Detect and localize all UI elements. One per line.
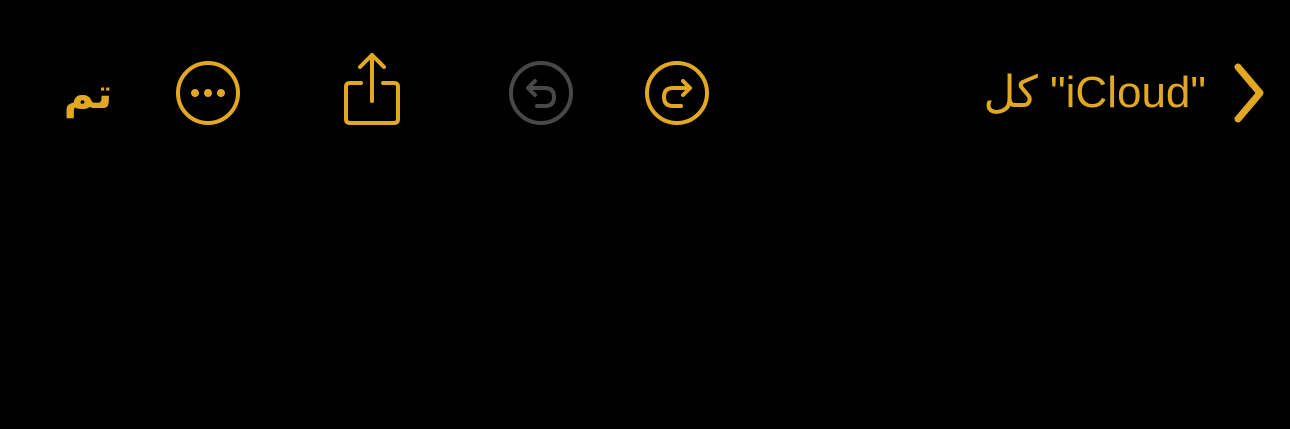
share-button[interactable] — [338, 50, 406, 130]
notes-toolbar: تم كل "iCloud" — [0, 40, 1290, 144]
redo-button[interactable] — [642, 58, 712, 128]
share-icon — [344, 53, 400, 125]
more-button[interactable] — [173, 58, 243, 128]
clipped-title-remnant — [430, 0, 850, 14]
undo-circle-icon — [509, 61, 573, 125]
redo-circle-icon — [645, 61, 709, 125]
back-button[interactable]: كل "iCloud" — [926, 58, 1266, 128]
done-button[interactable]: تم — [52, 66, 124, 122]
undo-button[interactable] — [506, 58, 576, 128]
ellipsis-circle-icon — [176, 61, 240, 125]
back-label: كل "iCloud" — [983, 68, 1206, 117]
chevron-right-icon — [1234, 63, 1264, 123]
done-label: تم — [63, 69, 113, 118]
